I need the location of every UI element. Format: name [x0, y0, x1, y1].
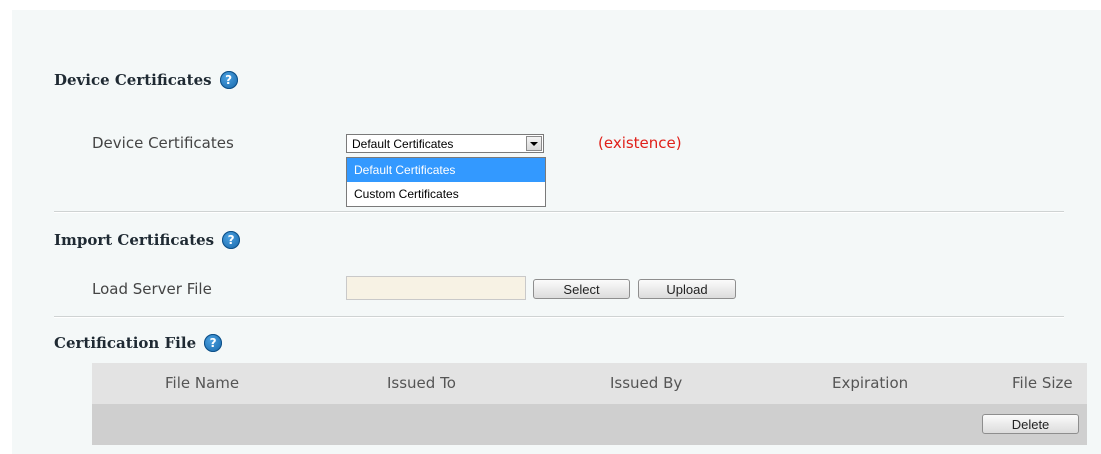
- section-title-certification-file: Certification File ?: [54, 334, 223, 352]
- section-title-import-certificates: Import Certificates ?: [54, 231, 241, 249]
- column-header-issued-by: Issued By: [610, 374, 683, 392]
- section-title-text: Import Certificates: [54, 231, 215, 249]
- certificate-status: (existence): [598, 134, 682, 152]
- device-certificates-label: Device Certificates: [92, 134, 234, 152]
- certificate-table-header: File Name Issued To Issued By Expiration…: [92, 363, 1087, 404]
- column-header-file-name: File Name: [165, 374, 240, 392]
- delete-button[interactable]: Delete: [982, 414, 1079, 434]
- help-icon[interactable]: ?: [222, 231, 241, 249]
- section-title-device-certificates: Device Certificates ?: [54, 71, 238, 89]
- device-certificates-select[interactable]: Default Certificates: [346, 134, 544, 153]
- help-icon[interactable]: ?: [204, 334, 223, 352]
- server-file-input[interactable]: [346, 276, 526, 300]
- option-custom-certificates[interactable]: Custom Certificates: [347, 182, 545, 206]
- chevron-down-icon[interactable]: [526, 136, 542, 151]
- help-icon[interactable]: ?: [219, 71, 238, 89]
- select-button[interactable]: Select: [533, 279, 630, 299]
- table-row: Delete: [92, 404, 1087, 445]
- column-header-issued-to: Issued To: [387, 374, 456, 392]
- section-title-text: Device Certificates: [54, 71, 212, 89]
- upload-button[interactable]: Upload: [638, 279, 736, 299]
- section-title-text: Certification File: [54, 334, 197, 352]
- device-certificates-dropdown: Default Certificates Custom Certificates: [346, 157, 546, 207]
- divider: [54, 316, 1064, 318]
- column-header-expiration: Expiration: [832, 374, 909, 392]
- divider: [54, 211, 1064, 213]
- option-default-certificates[interactable]: Default Certificates: [347, 158, 545, 182]
- select-value: Default Certificates: [352, 137, 454, 151]
- load-server-file-label: Load Server File: [92, 280, 212, 298]
- column-header-file-size: File Size: [1012, 374, 1073, 392]
